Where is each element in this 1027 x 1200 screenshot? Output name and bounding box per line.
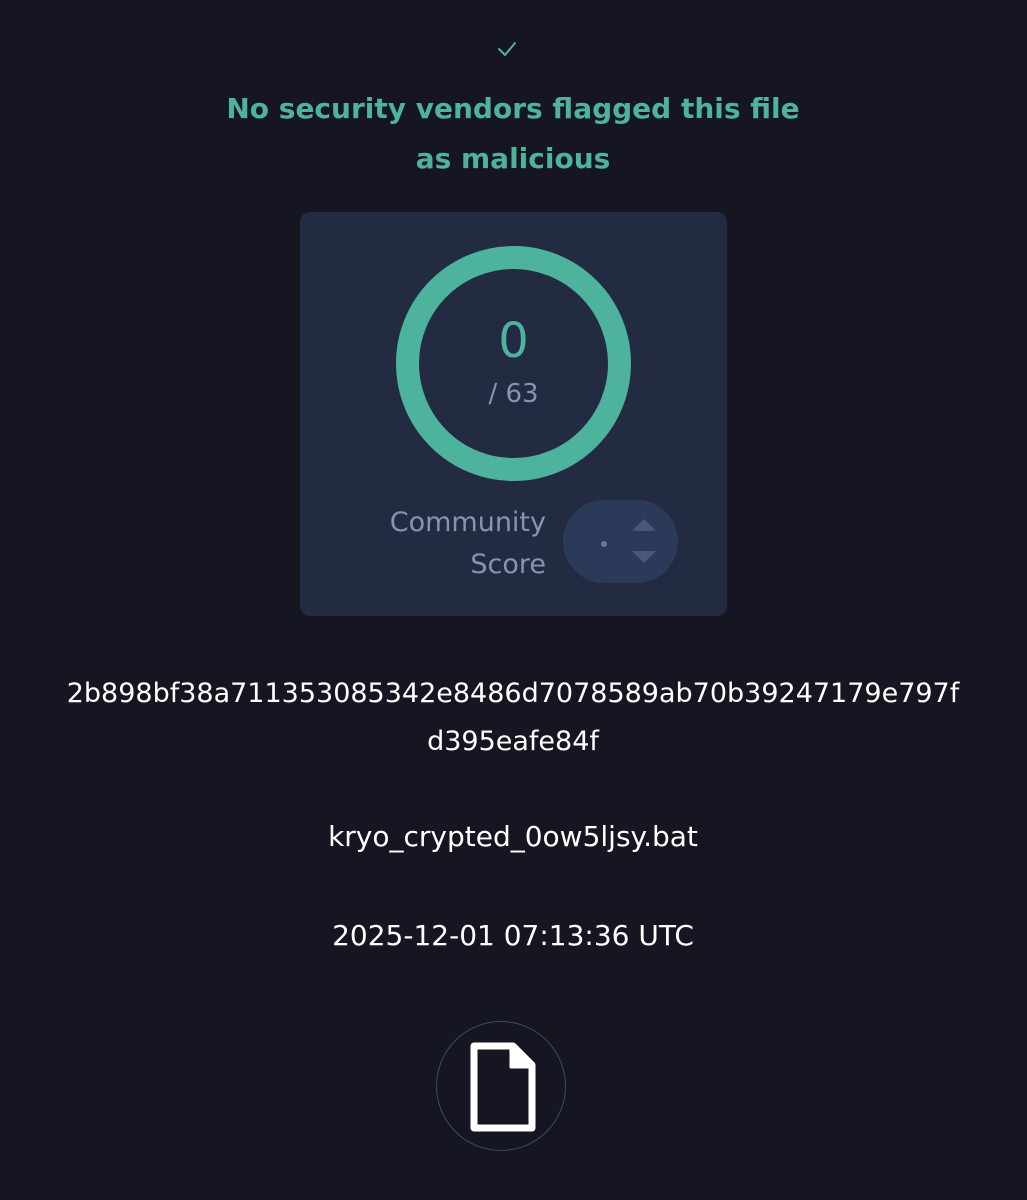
- file-type-button[interactable]: [436, 1021, 566, 1151]
- file-hash: 2b898bf38a711353085342e8486d7078589ab70b…: [66, 678, 960, 757]
- community-score-value: [601, 541, 607, 547]
- community-vote-control[interactable]: [563, 500, 678, 583]
- triangle-down-icon[interactable]: [631, 550, 657, 564]
- analysis-date: 2025-12-01 07:13:36 UTC: [332, 919, 694, 952]
- file-icon: [470, 1042, 536, 1132]
- detection-score-card: 0 / 63 Community Score: [300, 212, 727, 616]
- community-score-label: Community Score: [389, 507, 546, 580]
- triangle-up-icon[interactable]: [631, 518, 657, 532]
- check-icon: [498, 42, 516, 56]
- detection-count: 0: [498, 313, 529, 369]
- engine-total: / 63: [488, 379, 539, 409]
- file-name: kryo_crypted_0ow5ljsy.bat: [328, 820, 698, 853]
- verdict-message: No security vendors flagged this file as…: [226, 92, 800, 175]
- file-report-summary: No security vendors flagged this file as…: [0, 0, 1027, 1200]
